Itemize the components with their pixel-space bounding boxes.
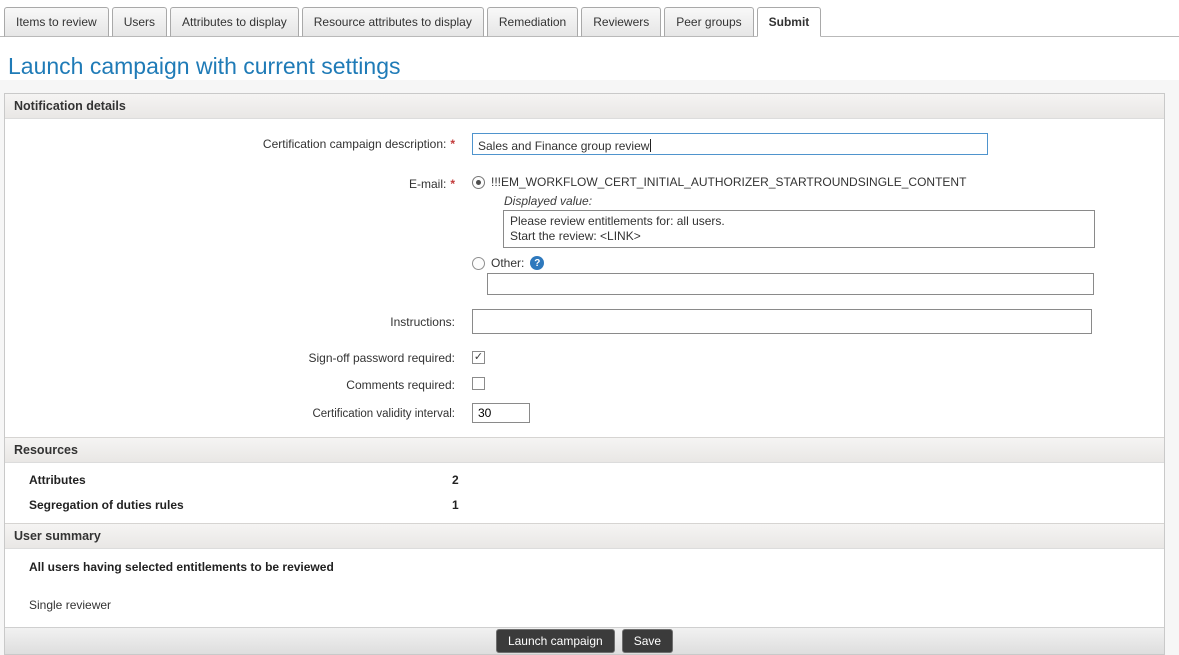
campaign-description-label: Certification campaign description:*	[5, 133, 455, 151]
text-caret	[650, 139, 651, 152]
row-campaign-description: Certification campaign description:* Sal…	[5, 133, 1164, 155]
email-other-label: Other:	[491, 256, 524, 270]
row-validity-interval: Certification validity interval:	[5, 403, 1164, 423]
signoff-password-checkbox[interactable]	[472, 351, 485, 364]
row-signoff-password: Sign-off password required:	[5, 347, 1164, 365]
campaign-description-input[interactable]: Sales and Finance group review	[472, 133, 988, 155]
tab-reviewers[interactable]: Reviewers	[581, 7, 661, 37]
signoff-password-label: Sign-off password required:	[5, 347, 455, 365]
tab-attributes-to-display[interactable]: Attributes to display	[170, 7, 299, 37]
page-header: Items to review Users Attributes to disp…	[0, 0, 1179, 80]
section-header-user-summary: User summary	[5, 523, 1164, 549]
required-marker: *	[450, 177, 455, 191]
tab-items-to-review[interactable]: Items to review	[4, 7, 109, 37]
resources-row-value: 1	[452, 498, 459, 512]
comments-required-label: Comments required:	[5, 374, 455, 392]
email-other-radio[interactable]	[472, 257, 485, 270]
tab-remediation[interactable]: Remediation	[487, 7, 578, 37]
campaign-description-value: Sales and Finance group review	[478, 139, 649, 153]
action-bar: Launch campaign Save	[5, 627, 1164, 654]
displayed-value-label: Displayed value:	[504, 194, 1164, 208]
user-summary-list: All users having selected entitlements t…	[5, 549, 1164, 626]
row-instructions: Instructions:	[5, 309, 1164, 334]
resources-row-value: 2	[452, 473, 459, 487]
email-other-option-row: Other: ?	[472, 253, 1164, 270]
instructions-label: Instructions:	[5, 309, 455, 329]
notification-form: Certification campaign description:* Sal…	[5, 119, 1164, 437]
help-icon[interactable]: ?	[530, 256, 544, 270]
instructions-input[interactable]	[472, 309, 1092, 334]
email-template-option-label: !!!EM_WORKFLOW_CERT_INITIAL_AUTHORIZER_S…	[491, 175, 966, 189]
resources-row-attributes: Attributes 2	[29, 473, 1164, 487]
user-summary-reviewer-mode: Single reviewer	[29, 598, 1164, 612]
resources-row-label: Segregation of duties rules	[29, 498, 452, 512]
resources-row-sod-rules: Segregation of duties rules 1	[29, 498, 1164, 512]
row-email: E-mail:* !!!EM_WORKFLOW_CERT_INITIAL_AUT…	[5, 172, 1164, 295]
campaign-settings-panel: Notification details Certification campa…	[4, 93, 1165, 655]
tab-submit[interactable]: Submit	[757, 7, 822, 37]
email-other-input[interactable]	[487, 273, 1094, 295]
comments-required-checkbox[interactable]	[472, 377, 485, 390]
user-summary-scope: All users having selected entitlements t…	[29, 560, 1164, 574]
launch-campaign-button[interactable]: Launch campaign	[496, 629, 615, 653]
validity-interval-input[interactable]	[472, 403, 530, 423]
tab-peer-groups[interactable]: Peer groups	[664, 7, 753, 37]
section-header-notification-details: Notification details	[5, 94, 1164, 119]
tab-resource-attributes-to-display[interactable]: Resource attributes to display	[302, 7, 484, 37]
required-marker: *	[450, 137, 455, 151]
tab-users[interactable]: Users	[112, 7, 167, 37]
row-comments-required: Comments required:	[5, 374, 1164, 395]
page-title: Launch campaign with current settings	[8, 53, 1179, 80]
email-template-radio[interactable]	[472, 176, 485, 189]
tab-bar: Items to review Users Attributes to disp…	[0, 0, 1179, 37]
validity-interval-label: Certification validity interval:	[5, 403, 455, 420]
email-label: E-mail:*	[5, 172, 455, 191]
resources-list: Attributes 2 Segregation of duties rules…	[5, 463, 1164, 523]
resources-row-label: Attributes	[29, 473, 452, 487]
section-header-resources: Resources	[5, 437, 1164, 463]
email-template-option-row: !!!EM_WORKFLOW_CERT_INITIAL_AUTHORIZER_S…	[472, 172, 1164, 189]
save-button[interactable]: Save	[622, 629, 673, 653]
displayed-value-textarea[interactable]: Please review entitlements for: all user…	[503, 210, 1095, 248]
